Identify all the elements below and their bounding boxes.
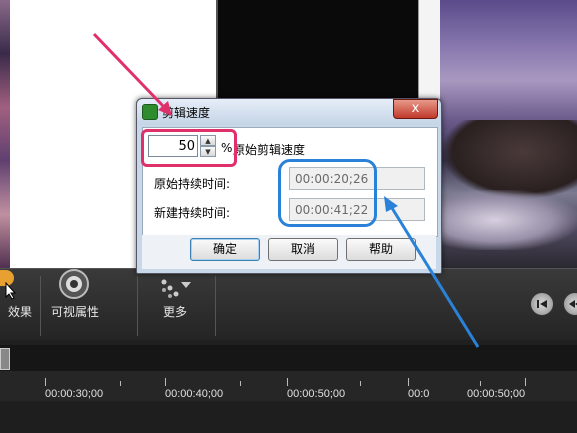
blue-arrowhead [384,196,398,212]
mouse-cursor-icon [5,281,17,300]
pink-arrow [92,32,167,110]
blue-arrow [390,207,480,348]
annotation-arrows [92,32,480,348]
